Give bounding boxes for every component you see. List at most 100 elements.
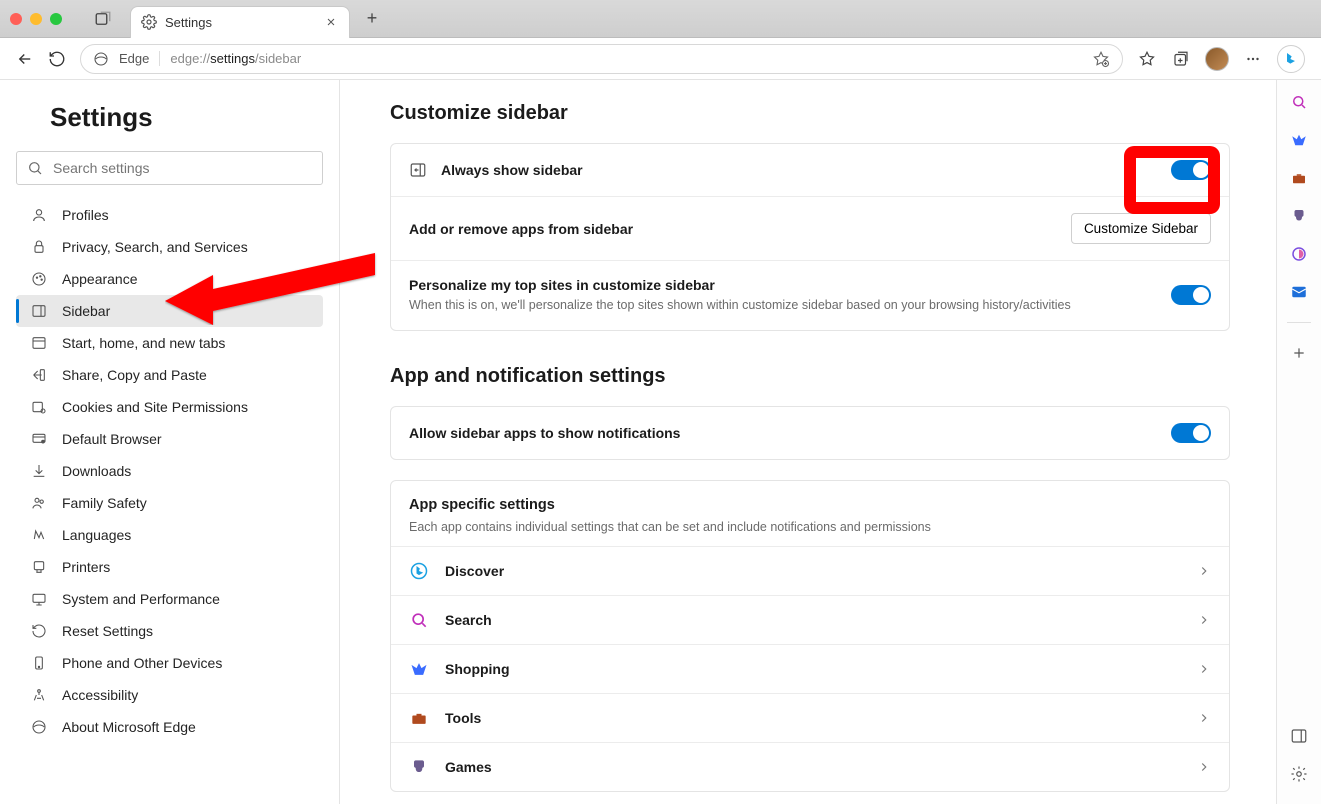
nav-item-icon [30, 430, 48, 448]
app-row-tools[interactable]: Tools [391, 693, 1229, 742]
close-tab-icon[interactable] [323, 14, 339, 30]
nav-item-label: Reset Settings [62, 623, 153, 639]
row-add-remove-apps: Add or remove apps from sidebar Customiz… [391, 197, 1229, 261]
nav-item-label: System and Performance [62, 591, 220, 607]
app-label: Games [445, 759, 1181, 775]
nav-item-reset-settings[interactable]: Reset Settings [16, 615, 323, 647]
nav-item-sidebar[interactable]: Sidebar [16, 295, 323, 327]
nav-item-label: Phone and Other Devices [62, 655, 222, 671]
nav-item-downloads[interactable]: Downloads [16, 455, 323, 487]
personalize-top-sites-toggle[interactable] [1171, 285, 1211, 305]
search-field[interactable] [53, 160, 312, 176]
profile-avatar[interactable] [1205, 47, 1229, 71]
more-menu-icon[interactable] [1243, 49, 1263, 69]
sidebar-add-icon[interactable] [1287, 341, 1311, 365]
address-brand: Edge [119, 51, 160, 66]
browser-toolbar: Edge edge://settings/sidebar [0, 38, 1321, 80]
nav-item-label: Appearance [62, 271, 138, 287]
edge-logo-icon [93, 51, 109, 67]
row-always-show-sidebar: Always show sidebar [391, 144, 1229, 197]
nav-item-share-copy-and-paste[interactable]: Share, Copy and Paste [16, 359, 323, 391]
row-label: Add or remove apps from sidebar [409, 221, 1057, 237]
allow-notifications-group: Allow sidebar apps to show notifications [390, 406, 1230, 460]
app-row-games[interactable]: Games [391, 742, 1229, 791]
section-title-customize-sidebar: Customize sidebar [390, 102, 1230, 125]
nav-item-icon [30, 398, 48, 416]
sidebar-settings-icon[interactable] [1287, 762, 1311, 786]
nav-item-icon [30, 526, 48, 544]
nav-item-profiles[interactable]: Profiles [16, 199, 323, 231]
app-row-search[interactable]: Search [391, 595, 1229, 644]
sidebar-panel-icon [409, 161, 427, 179]
sidebar-divider [1287, 322, 1311, 323]
settings-search-input[interactable] [16, 151, 323, 185]
nav-item-accessibility[interactable]: Accessibility [16, 679, 323, 711]
app-label: Tools [445, 710, 1181, 726]
section-title-app-notifications: App and notification settings [390, 365, 1230, 388]
row-desc: Each app contains individual settings th… [409, 519, 1211, 536]
app-label: Shopping [445, 661, 1181, 677]
nav-item-system-and-performance[interactable]: System and Performance [16, 583, 323, 615]
shopping-icon [409, 659, 429, 679]
app-row-discover[interactable]: Discover [391, 546, 1229, 595]
nav-item-printers[interactable]: Printers [16, 551, 323, 583]
nav-item-label: Share, Copy and Paste [62, 367, 207, 383]
page-title: Settings [16, 102, 323, 133]
nav-item-label: Downloads [62, 463, 131, 479]
chevron-right-icon [1197, 662, 1211, 676]
row-label: App specific settings [409, 497, 1211, 513]
nav-item-privacy-search-and-services[interactable]: Privacy, Search, and Services [16, 231, 323, 263]
nav-item-label: Languages [62, 527, 131, 543]
address-bar[interactable]: Edge edge://settings/sidebar [80, 44, 1123, 74]
favorite-star-icon[interactable] [1092, 50, 1110, 68]
nav-item-family-safety[interactable]: Family Safety [16, 487, 323, 519]
maximize-window-button[interactable] [50, 13, 62, 25]
nav-item-about-microsoft-edge[interactable]: About Microsoft Edge [16, 711, 323, 743]
nav-item-label: Cookies and Site Permissions [62, 399, 248, 415]
nav-item-icon [30, 302, 48, 320]
tab-actions-icon[interactable] [94, 10, 112, 28]
sidebar-tools-icon[interactable] [1287, 166, 1311, 190]
refresh-button[interactable] [48, 50, 66, 68]
allow-notifications-toggle[interactable] [1171, 423, 1211, 443]
nav-item-cookies-and-site-permissions[interactable]: Cookies and Site Permissions [16, 391, 323, 423]
app-label: Search [445, 612, 1181, 628]
row-personalize-top-sites: Personalize my top sites in customize si… [391, 261, 1229, 330]
nav-item-icon [30, 462, 48, 480]
back-button[interactable] [16, 50, 34, 68]
sidebar-shopping-icon[interactable] [1287, 128, 1311, 152]
browser-tab-settings[interactable]: Settings [130, 6, 350, 38]
app-specific-header: App specific settings Each app contains … [391, 481, 1229, 546]
sidebar-hide-icon[interactable] [1287, 724, 1311, 748]
nav-item-default-browser[interactable]: Default Browser [16, 423, 323, 455]
nav-item-appearance[interactable]: Appearance [16, 263, 323, 295]
sidebar-search-icon[interactable] [1287, 90, 1311, 114]
collections-icon[interactable] [1171, 49, 1191, 69]
settings-nav-list: ProfilesPrivacy, Search, and Services App… [16, 199, 323, 743]
nav-item-start-home-and-new-tabs[interactable]: Start, home, and new tabs [16, 327, 323, 359]
row-label: Allow sidebar apps to show notifications [409, 425, 1157, 441]
nav-item-phone-and-other-devices[interactable]: Phone and Other Devices [16, 647, 323, 679]
sidebar-office-icon[interactable] [1287, 242, 1311, 266]
always-show-sidebar-toggle[interactable] [1171, 160, 1211, 180]
minimize-window-button[interactable] [30, 13, 42, 25]
nav-item-icon [30, 654, 48, 672]
sidebar-games-icon[interactable] [1287, 204, 1311, 228]
sidebar-outlook-icon[interactable] [1287, 280, 1311, 304]
customize-sidebar-button[interactable]: Customize Sidebar [1071, 213, 1211, 244]
new-tab-button[interactable]: + [358, 5, 386, 33]
nav-item-label: Family Safety [62, 495, 147, 511]
app-label: Discover [445, 563, 1181, 579]
nav-item-label: Printers [62, 559, 110, 575]
bing-discover-button[interactable] [1277, 45, 1305, 73]
settings-main-content: Customize sidebar Always show sidebar Ad… [340, 80, 1276, 804]
nav-item-languages[interactable]: Languages [16, 519, 323, 551]
search-icon [27, 160, 43, 176]
row-allow-notifications: Allow sidebar apps to show notifications [391, 407, 1229, 459]
close-window-button[interactable] [10, 13, 22, 25]
nav-item-label: Sidebar [62, 303, 110, 319]
edge-sidebar-strip [1276, 80, 1321, 804]
app-row-shopping[interactable]: Shopping [391, 644, 1229, 693]
favorites-icon[interactable] [1137, 49, 1157, 69]
chevron-right-icon [1197, 711, 1211, 725]
